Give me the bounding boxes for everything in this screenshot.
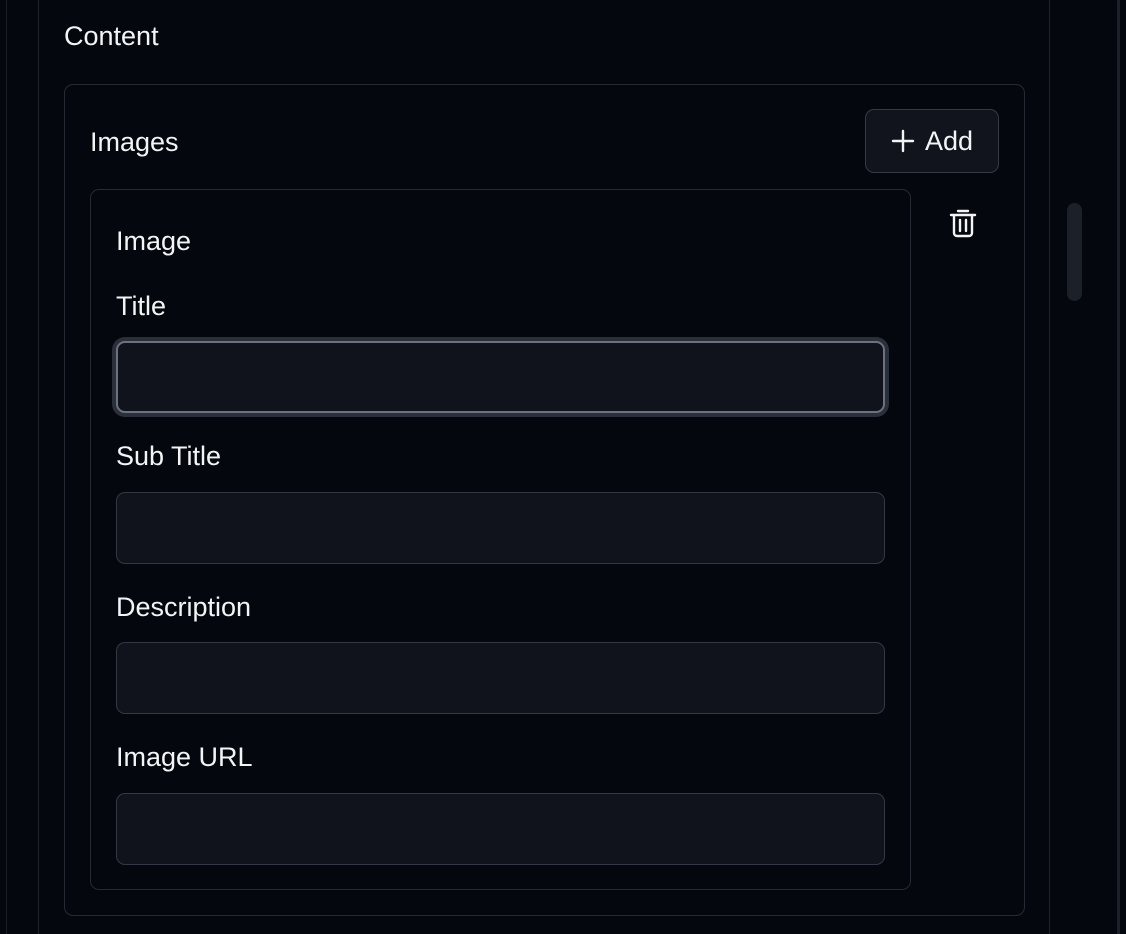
scrollbar-thumb[interactable] bbox=[1067, 203, 1082, 301]
title-label: Title bbox=[116, 291, 167, 321]
description-label: Description bbox=[116, 592, 252, 622]
image-url-label: Image URL bbox=[116, 742, 253, 772]
left-divider bbox=[6, 0, 7, 934]
right-divider bbox=[1117, 0, 1120, 934]
description-input[interactable] bbox=[116, 642, 885, 714]
images-title: Images bbox=[90, 127, 179, 157]
app-viewport: Content Images Add Image Title Sub Title… bbox=[0, 0, 1126, 934]
add-button-label: Add bbox=[924, 126, 974, 156]
trash-icon bbox=[948, 207, 978, 244]
sub-title-label: Sub Title bbox=[116, 441, 222, 471]
title-input[interactable] bbox=[116, 341, 885, 413]
sub-title-input[interactable] bbox=[116, 492, 885, 564]
section-title: Content bbox=[64, 21, 159, 51]
image-item-title: Image bbox=[116, 226, 192, 256]
image-url-input[interactable] bbox=[116, 793, 885, 865]
delete-image-button[interactable] bbox=[944, 206, 982, 244]
plus-icon bbox=[891, 129, 915, 153]
add-image-button[interactable]: Add bbox=[865, 109, 999, 173]
